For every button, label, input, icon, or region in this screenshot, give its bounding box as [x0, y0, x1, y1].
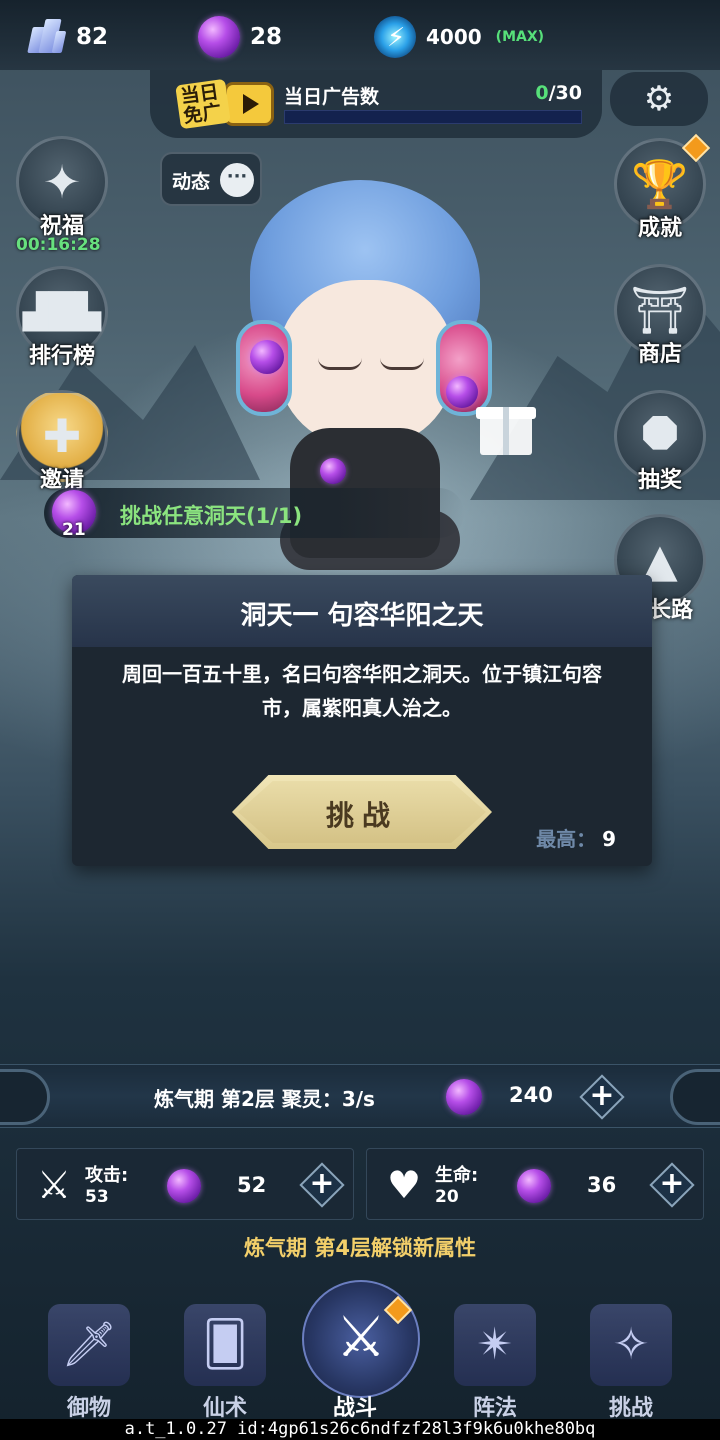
- floating-orb: [446, 376, 478, 408]
- plus-icon: +: [589, 1078, 615, 1113]
- sword-wings-icon: ⚔: [36, 1163, 72, 1207]
- nav-item-challenge[interactable]: ✧ 挑战: [576, 1290, 686, 1421]
- ad-free-logo: 当日免广: [175, 76, 274, 132]
- lightning-energy-icon: ⚡: [374, 16, 416, 58]
- spell-card-icon: 🂠: [184, 1304, 266, 1386]
- nav-label: 挑战: [608, 1396, 653, 1421]
- cultivation-upgrade-button[interactable]: +: [579, 1074, 625, 1120]
- nav-label: 御物: [66, 1396, 111, 1421]
- nav-item-formation[interactable]: ✴ 阵法: [440, 1290, 550, 1421]
- daily-ad-count: 0/30: [535, 82, 582, 104]
- bottom-navigation: 🗡 御物 🂠 仙术 ⚔ 战斗 ✴ 阵法 ✧ 挑战: [0, 1280, 720, 1421]
- achievement-label: 成就: [637, 216, 682, 241]
- best-record: 最高： 9: [536, 823, 616, 852]
- build-info: a.t_1.0.27 id:4gp61s26c6ndfzf28l3f9k6u0k…: [0, 1419, 720, 1440]
- challenge-button-label: 挑战: [325, 799, 398, 832]
- lottery-label: 抽奖: [637, 468, 682, 493]
- shop-label: 商店: [637, 342, 682, 367]
- news-feed-label: 动态: [172, 171, 211, 193]
- attack-stat-card: ⚔ 攻击: 53 52 +: [16, 1148, 354, 1220]
- health-label: 生命:: [435, 1165, 479, 1186]
- spirit-orb-icon: [517, 1169, 551, 1203]
- gear-icon: ⚙: [643, 79, 675, 119]
- cultivation-bar: 炼气期 第2层 聚灵：3/s 240 +: [0, 1064, 720, 1128]
- winged-challenge-icon: ✧: [590, 1304, 672, 1386]
- best-record-label: 最高：: [536, 827, 597, 851]
- health-value: 20: [435, 1187, 459, 1207]
- settings-button[interactable]: ⚙: [610, 72, 708, 126]
- spirit-orb-icon: [167, 1169, 201, 1203]
- quest-text: 挑战任意洞天(1/1): [120, 504, 303, 528]
- energy-count: 4000: [426, 25, 482, 49]
- gift-icon[interactable]: [476, 395, 536, 457]
- best-record-value: 9: [602, 827, 616, 851]
- ad-free-logo-text: 当日免广: [175, 78, 231, 130]
- ad-total-count: /30: [548, 82, 582, 104]
- attack-value: 53: [85, 1187, 109, 1207]
- cultivation-bar-left-cap: [0, 1069, 50, 1125]
- nav-label: 战斗: [332, 1396, 377, 1421]
- quest-orb: 21: [44, 490, 102, 542]
- invite-button[interactable]: ✚ 邀请: [14, 390, 110, 500]
- cultivation-status: 炼气期 第2层 聚灵：3/s: [154, 1087, 375, 1111]
- crossed-swords-icon: ⚔: [302, 1280, 420, 1398]
- dialog-description: 周回一百五十里，名曰句容华阳之洞天。位于镇江句容市，属紫阳真人治之。: [122, 662, 602, 720]
- nav-item-artifacts[interactable]: 🗡 御物: [34, 1290, 144, 1421]
- nav-label: 阵法: [472, 1396, 517, 1421]
- blessing-button[interactable]: ✦ 祝福: [14, 136, 110, 246]
- daily-ad-label: 当日广告数: [284, 86, 380, 108]
- formation-shuriken-icon: ✴: [454, 1304, 536, 1386]
- nav-label: 仙术: [202, 1396, 247, 1421]
- daily-ad-progress-bar: [284, 110, 582, 124]
- energy-resource[interactable]: ⚡ 4000 (MAX): [374, 12, 544, 62]
- cultivation-orb-value: 240: [509, 1083, 553, 1107]
- spirit-orb-resource[interactable]: 28: [198, 12, 282, 62]
- attack-upgrade-cost: 52: [237, 1173, 267, 1197]
- lottery-button[interactable]: ⯃ 抽奖: [612, 390, 708, 500]
- heart-icon: ♥: [386, 1163, 422, 1207]
- leaderboard-button[interactable]: ▟█▙ 排行榜: [14, 266, 110, 376]
- spirit-orb-icon: [446, 1079, 482, 1115]
- resource-bar: 82 28 ⚡ 4000 (MAX): [0, 0, 720, 70]
- cave-heaven-dialog: 洞天一 句容华阳之天 周回一百五十里，名曰句容华阳之洞天。位于镇江句容市，属紫阳…: [72, 575, 652, 866]
- ad-watched-count: 0: [535, 82, 549, 104]
- dialog-title: 洞天一 句容华阳之天: [240, 601, 484, 631]
- blessing-timer: 00:16:28: [16, 235, 101, 255]
- daily-ad-panel[interactable]: 当日免广 当日广告数 0/30: [150, 70, 602, 138]
- character-face: [278, 280, 454, 448]
- crystal-icon: [26, 17, 67, 57]
- quest-tracker[interactable]: 21 挑战任意洞天(1/1): [44, 488, 464, 540]
- health-stat-card: ♥ 生命: 20 36 +: [366, 1148, 704, 1220]
- flying-sword-icon: 🗡: [48, 1304, 130, 1386]
- crystal-resource[interactable]: 82: [26, 12, 108, 62]
- energy-max-label: (MAX): [495, 29, 545, 45]
- quest-orb-count: 21: [62, 520, 86, 540]
- tv-play-icon: [224, 82, 274, 126]
- attack-label: 攻击:: [85, 1165, 129, 1186]
- crystal-count: 82: [76, 24, 109, 50]
- cultivation-bar-right-cap: [670, 1069, 720, 1125]
- floating-orb: [250, 340, 284, 374]
- spirit-orb-icon: [198, 16, 240, 58]
- character-eye-left: [318, 358, 362, 370]
- spirit-orb-count: 28: [250, 24, 283, 50]
- plus-icon: +: [659, 1166, 685, 1201]
- floating-orb: [320, 458, 346, 484]
- shop-button[interactable]: ⛩ 商店: [612, 264, 708, 374]
- character-eye-right: [380, 358, 424, 370]
- health-upgrade-button[interactable]: +: [649, 1162, 695, 1208]
- plus-icon: +: [309, 1166, 335, 1201]
- health-upgrade-cost: 36: [587, 1173, 617, 1197]
- nav-item-spells[interactable]: 🂠 仙术: [170, 1290, 280, 1421]
- attack-upgrade-button[interactable]: +: [299, 1162, 345, 1208]
- unlock-hint: 炼气期 第4层解锁新属性: [244, 1236, 476, 1260]
- leaderboard-label: 排行榜: [28, 344, 95, 369]
- challenge-button[interactable]: 挑战: [232, 775, 492, 849]
